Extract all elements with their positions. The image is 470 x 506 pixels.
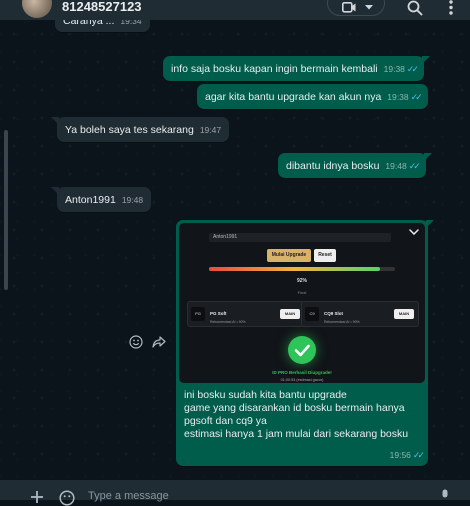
chevron-down-icon[interactable] <box>409 229 419 235</box>
message-outgoing-image[interactable]: Anton1991 Mulai Upgrade Reset 92% Final … <box>176 220 434 466</box>
emoji-icon[interactable] <box>59 490 75 506</box>
success-subtitle: 01:00:53 (estimasi gacor) <box>280 378 324 382</box>
menu-icon[interactable] <box>448 0 454 16</box>
message-text: Anton1991 <box>65 194 116 206</box>
caption-line: ini bosku sudah kita bantu upgrade <box>184 389 347 401</box>
scrollbar[interactable] <box>4 130 8 290</box>
message-incoming[interactable]: Anton1991 19:48 <box>50 187 152 212</box>
game-sub: Rekomendasi AI • 90% <box>324 320 360 324</box>
message-time: 19:38 <box>383 64 405 74</box>
upgrade-button: Mulai Upgrade <box>267 249 311 262</box>
contact-avatar[interactable] <box>22 0 52 18</box>
play-button: MAIN <box>394 309 414 319</box>
contact-name[interactable]: 81248527123 <box>62 0 142 14</box>
caption-line: pgsoft dan cq9 ya <box>184 415 267 427</box>
message-outgoing[interactable]: info saja bosku kapan ingin bermain kemb… <box>163 56 430 81</box>
video-call-button[interactable] <box>327 0 385 16</box>
upgrade-progress-bar <box>209 267 395 271</box>
message-time: 19:56 <box>389 450 411 460</box>
message-outgoing[interactable]: agar kita bantu upgrade kan akun nya 19:… <box>197 84 428 109</box>
react-emoji-icon[interactable] <box>129 335 143 349</box>
message-text: dibantu idnya bosku <box>286 160 380 172</box>
reset-button: Reset <box>314 249 336 262</box>
game-logo: PG <box>191 307 205 321</box>
caption-line: estimasi hanya 1 jam mulai dari sekarang… <box>184 428 409 440</box>
chevron-down-icon <box>365 5 373 10</box>
read-ticks-icon: ✓✓ <box>408 161 421 171</box>
success-check-icon <box>288 336 316 364</box>
message-incoming[interactable]: Ya boleh saya tes sekarang 19:47 <box>50 117 230 142</box>
message-time: 19:48 <box>121 195 144 205</box>
game-logo: C9 <box>305 307 319 321</box>
game-sub: Rekomendasi AI • 90% <box>210 320 246 324</box>
message-text: agar kita bantu upgrade kan akun nya <box>205 91 382 103</box>
message-time: 19:47 <box>199 125 222 135</box>
game-card: PG PG Soft Rekomendasi AI • 90% MAIN <box>187 301 305 327</box>
message-composer: Type a message <box>0 480 470 506</box>
read-ticks-icon: ✓✓ <box>412 450 425 460</box>
message-time: 19:48 <box>385 161 407 171</box>
status-label: Final <box>297 290 307 295</box>
microphone-icon[interactable] <box>440 489 450 503</box>
search-icon[interactable] <box>407 0 423 16</box>
image-caption: ini bosku sudah kita bantu upgrade game … <box>179 383 425 441</box>
message-outgoing[interactable]: dibantu idnya bosku 19:48 ✓✓ <box>278 153 432 178</box>
progress-fill <box>209 267 381 271</box>
username-field: Anton1991 <box>209 233 391 242</box>
message-text: Ya boleh saya tes sekarang <box>65 124 194 136</box>
read-ticks-icon: ✓✓ <box>406 64 419 74</box>
plus-icon[interactable] <box>31 491 43 503</box>
chat-area[interactable]: Caranya ... 19:34 info saja bosku kapan … <box>0 8 470 480</box>
message-text: info saja bosku kapan ingin bermain kemb… <box>171 63 378 75</box>
chat-header: 81248527123 <box>0 0 470 20</box>
message-input[interactable]: Type a message <box>88 490 169 502</box>
caption-line: game yang disarankan id bosku bermain ha… <box>184 402 405 414</box>
play-button: MAIN <box>280 309 300 319</box>
read-ticks-icon: ✓✓ <box>410 92 423 102</box>
forward-icon[interactable] <box>152 336 166 348</box>
video-camera-icon <box>342 2 356 13</box>
message-time: 19:38 <box>387 92 409 102</box>
upgrade-screenshot-image[interactable]: Anton1991 Mulai Upgrade Reset 92% Final … <box>179 223 425 383</box>
game-card: C9 CQ9 Slot Rekomendasi AI • 90% MAIN <box>301 301 419 327</box>
